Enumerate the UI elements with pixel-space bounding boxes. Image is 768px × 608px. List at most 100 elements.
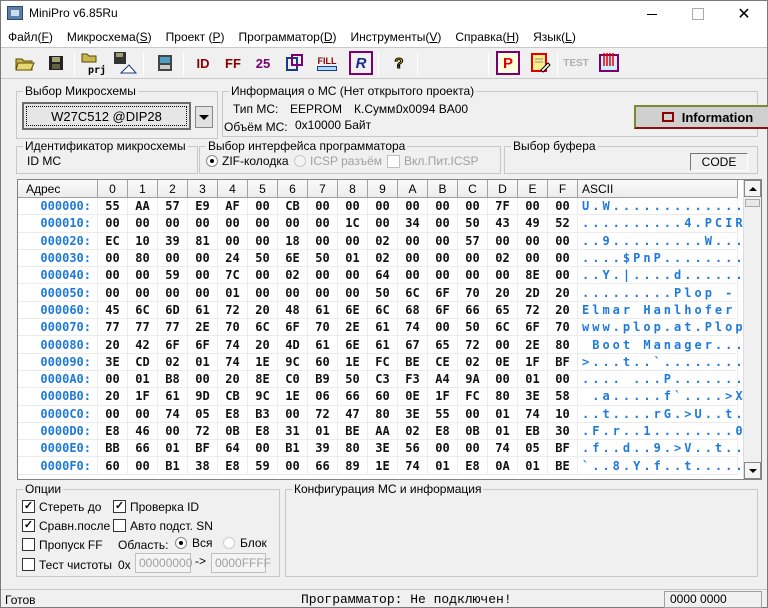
range-from-input[interactable]: 00000000 — [135, 553, 192, 573]
hex-byte-cell[interactable]: 0A — [488, 457, 518, 474]
hex-byte-cell[interactable]: 00 — [278, 457, 308, 474]
hex-byte-cell[interactable]: 00 — [128, 405, 158, 422]
hex-byte-cell[interactable]: 00 — [218, 232, 248, 249]
information-button[interactable]: Information — [634, 105, 768, 129]
menu-chip[interactable]: Микросхема(S) — [60, 30, 159, 44]
hex-byte-cell[interactable]: 2E — [188, 319, 218, 336]
hex-byte-cell[interactable]: CB — [278, 198, 308, 215]
hex-byte-cell[interactable]: 45 — [98, 301, 128, 319]
hex-byte-cell[interactable]: E9 — [188, 198, 218, 215]
fill-button[interactable]: FILL — [315, 51, 339, 75]
read-button[interactable]: R — [349, 51, 373, 75]
hex-byte-cell[interactable]: 1E — [338, 353, 368, 370]
hex-byte-cell[interactable]: 70 — [458, 284, 488, 301]
ascii-cell[interactable]: .... ...P....... — [578, 370, 743, 388]
hex-byte-cell[interactable]: 6F — [518, 319, 548, 336]
hex-byte-cell[interactable]: 00 — [488, 232, 518, 249]
chip-dropdown-button[interactable] — [195, 106, 213, 128]
hex-byte-cell[interactable]: 47 — [338, 405, 368, 422]
hex-byte-cell[interactable]: 6E — [338, 301, 368, 319]
hex-byte-cell[interactable]: 2D — [518, 284, 548, 301]
hex-byte-cell[interactable]: 00 — [278, 215, 308, 232]
hex-byte-cell[interactable]: B8 — [158, 370, 188, 388]
blank-test-checkbox[interactable] — [22, 558, 35, 571]
ascii-cell[interactable]: Boot Manager... — [578, 336, 743, 353]
hex-byte-cell[interactable]: 42 — [128, 336, 158, 353]
auto-sn-checkbox[interactable] — [113, 519, 126, 532]
edit-config-button[interactable] — [529, 51, 553, 75]
hex-byte-cell[interactable]: 66 — [338, 388, 368, 405]
hex-byte-cell[interactable]: 52 — [548, 215, 578, 232]
hex-byte-cell[interactable]: 70 — [218, 319, 248, 336]
hex-byte-cell[interactable]: BE — [338, 422, 368, 440]
hex-byte-cell[interactable]: BF — [548, 440, 578, 457]
hex-byte-cell[interactable]: 20 — [98, 336, 128, 353]
hex-byte-cell[interactable]: 80 — [338, 440, 368, 457]
hex-byte-cell[interactable]: 38 — [188, 457, 218, 474]
hex-byte-cell[interactable]: E8 — [428, 422, 458, 440]
hex-byte-cell[interactable]: 55 — [428, 405, 458, 422]
hex-byte-cell[interactable]: 2E — [338, 319, 368, 336]
hex-byte-cell[interactable]: 00 — [338, 284, 368, 301]
hex-byte-cell[interactable]: 1C — [338, 215, 368, 232]
hex-byte-cell[interactable]: 80 — [488, 388, 518, 405]
hex-byte-cell[interactable]: 58 — [548, 388, 578, 405]
hex-byte-cell[interactable]: 6C — [398, 284, 428, 301]
hex-byte-cell[interactable]: 00 — [188, 370, 218, 388]
hex-byte-cell[interactable]: 20 — [248, 336, 278, 353]
hex-byte-cell[interactable]: 61 — [308, 336, 338, 353]
hex-byte-cell[interactable]: A4 — [428, 370, 458, 388]
hex-byte-cell[interactable]: 66 — [308, 457, 338, 474]
hex-byte-cell[interactable]: 00 — [548, 267, 578, 284]
hex-byte-cell[interactable]: 77 — [128, 319, 158, 336]
hex-byte-cell[interactable]: 48 — [278, 301, 308, 319]
hex-byte-cell[interactable]: 57 — [158, 198, 188, 215]
ascii-cell[interactable]: ..........4.PCIR — [578, 215, 743, 232]
hex-byte-cell[interactable]: 00 — [488, 336, 518, 353]
hex-byte-cell[interactable]: 7F — [488, 198, 518, 215]
hex-byte-cell[interactable]: 1F — [428, 388, 458, 405]
hex-byte-cell[interactable]: 50 — [458, 319, 488, 336]
hex-byte-cell[interactable]: 00 — [398, 232, 428, 249]
hex-byte-cell[interactable]: 6C — [248, 319, 278, 336]
hex-byte-cell[interactable]: 02 — [278, 267, 308, 284]
hex-byte-cell[interactable]: 50 — [338, 370, 368, 388]
hex-byte-cell[interactable]: BF — [188, 440, 218, 457]
check-25-button[interactable]: 25 — [251, 51, 275, 75]
hex-byte-cell[interactable]: 00 — [98, 215, 128, 232]
hex-byte-cell[interactable]: 00 — [428, 319, 458, 336]
hex-byte-cell[interactable]: 59 — [158, 267, 188, 284]
verify-after-checkbox[interactable]: ✓ — [22, 519, 35, 532]
hex-byte-cell[interactable]: 64 — [368, 267, 398, 284]
hex-byte-cell[interactable]: 72 — [518, 301, 548, 319]
hex-byte-cell[interactable]: 00 — [188, 267, 218, 284]
hex-byte-cell[interactable]: 0E — [398, 388, 428, 405]
hex-byte-cell[interactable]: 3E — [368, 440, 398, 457]
hex-byte-cell[interactable]: 00 — [248, 440, 278, 457]
hex-byte-cell[interactable]: 4D — [278, 336, 308, 353]
hex-byte-cell[interactable]: 61 — [368, 336, 398, 353]
hex-byte-cell[interactable]: 81 — [188, 232, 218, 249]
zif-radio[interactable] — [206, 155, 218, 167]
hex-byte-cell[interactable]: 1E — [248, 353, 278, 370]
hex-byte-cell[interactable]: 9C — [248, 388, 278, 405]
hex-byte-cell[interactable]: 50 — [248, 249, 278, 267]
hex-byte-cell[interactable]: E8 — [458, 457, 488, 474]
save-project-button[interactable] — [113, 51, 137, 75]
hex-byte-cell[interactable]: 01 — [128, 370, 158, 388]
hex-byte-cell[interactable]: 00 — [428, 440, 458, 457]
hex-byte-cell[interactable]: CE — [428, 353, 458, 370]
hex-byte-cell[interactable]: 8E — [518, 267, 548, 284]
hex-byte-cell[interactable]: 00 — [548, 232, 578, 249]
hex-byte-cell[interactable]: 72 — [188, 422, 218, 440]
icsp-radio[interactable] — [294, 155, 306, 167]
hex-byte-cell[interactable]: 00 — [428, 232, 458, 249]
hex-byte-cell[interactable]: 1E — [368, 457, 398, 474]
ascii-cell[interactable]: .a.....f`....>X — [578, 388, 743, 405]
hex-byte-cell[interactable]: 6D — [158, 301, 188, 319]
hex-byte-cell[interactable]: 01 — [338, 249, 368, 267]
hex-byte-cell[interactable]: 3E — [518, 388, 548, 405]
hex-byte-cell[interactable]: 3E — [98, 353, 128, 370]
hex-byte-cell[interactable]: 6F — [278, 319, 308, 336]
hex-byte-cell[interactable]: 0E — [488, 353, 518, 370]
